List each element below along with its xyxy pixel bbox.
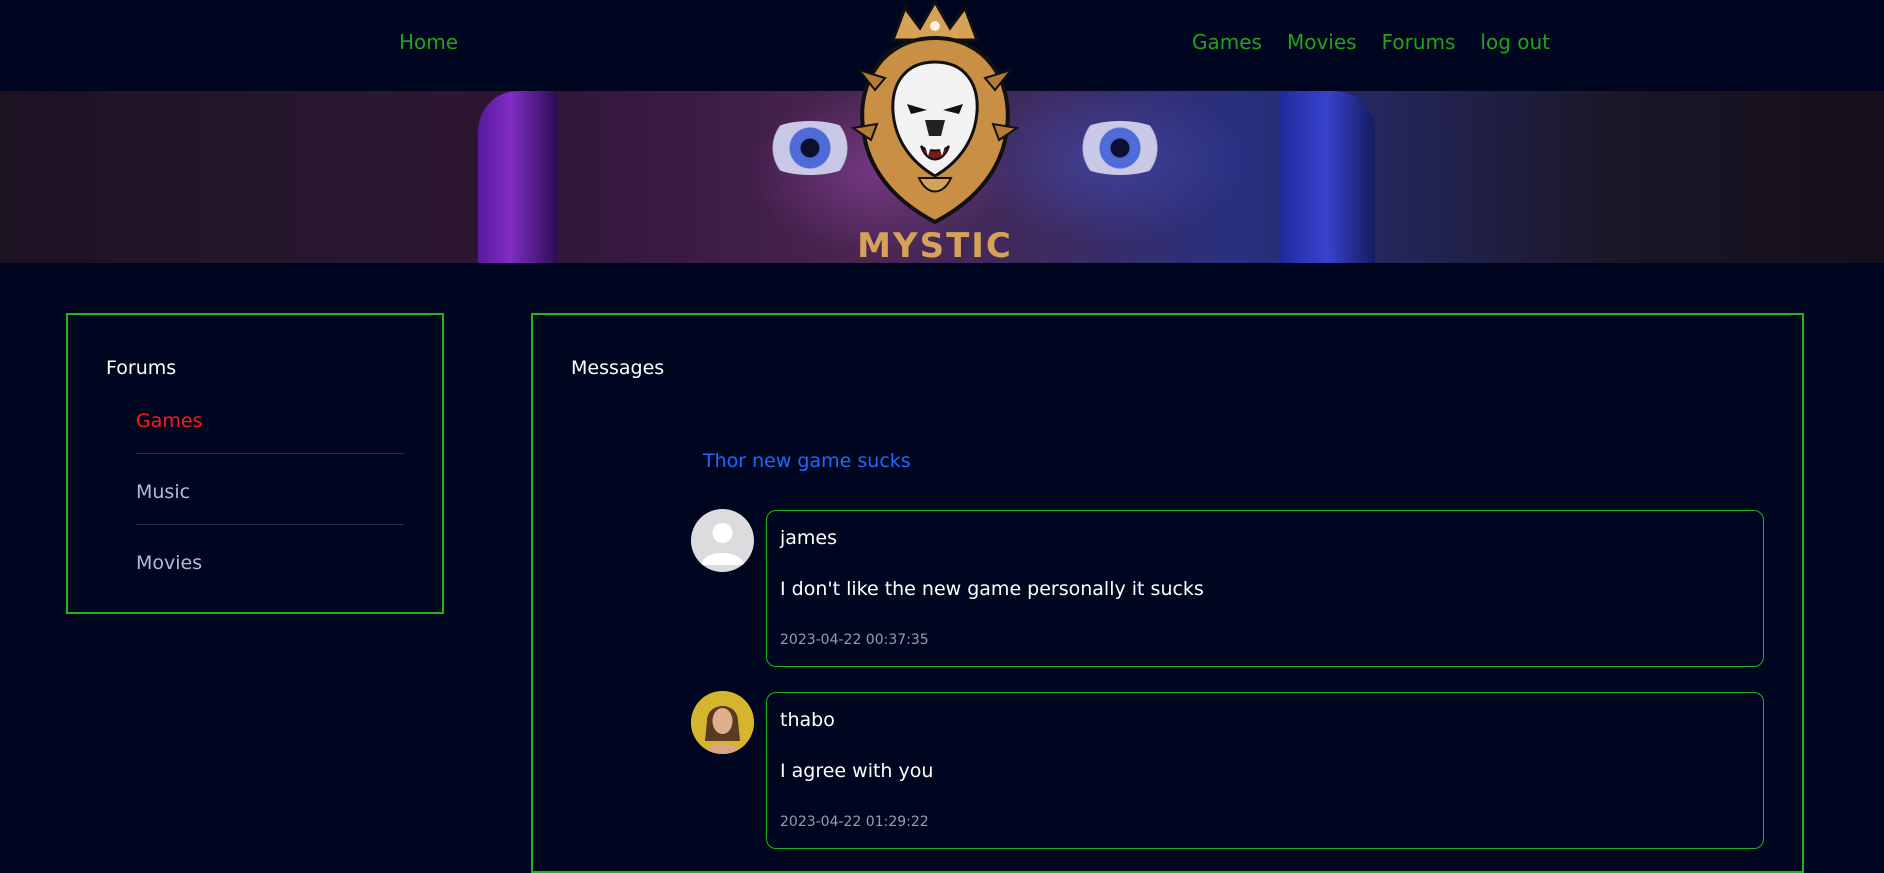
- site-logo[interactable]: MYSTIC: [845, 0, 1025, 266]
- nav-logout-link[interactable]: log out: [1480, 30, 1550, 54]
- message-timestamp: 2023-04-22 01:29:22: [780, 814, 929, 830]
- nav-forums-link[interactable]: Forums: [1382, 30, 1456, 54]
- message-username: thabo: [780, 709, 835, 731]
- default-avatar-icon: [691, 509, 754, 572]
- nav-home-link[interactable]: Home: [399, 30, 458, 54]
- banner-eye-right: [1065, 121, 1175, 175]
- sidebar-item-games[interactable]: Games: [136, 410, 404, 432]
- message-card: james I don't like the new game personal…: [766, 510, 1764, 667]
- topic-link[interactable]: Thor new game sucks: [703, 450, 911, 472]
- sidebar-item-music[interactable]: Music: [136, 481, 404, 503]
- messages-panel: Messages Thor new game sucks james I don…: [531, 313, 1804, 873]
- messages-title: Messages: [571, 357, 665, 379]
- message-text: I agree with you: [780, 760, 934, 782]
- user-photo-avatar: [691, 691, 754, 754]
- message-card: thabo I agree with you 2023-04-22 01:29:…: [766, 692, 1764, 849]
- message-username: james: [780, 527, 838, 549]
- lion-crown-icon: [850, 0, 1020, 225]
- user-photo-icon: [691, 691, 754, 754]
- user-silhouette-icon: [701, 523, 744, 565]
- nav-movies-link[interactable]: Movies: [1287, 30, 1357, 54]
- message-text: I don't like the new game personally it …: [780, 578, 1204, 600]
- banner-hood-right: [1280, 91, 1375, 263]
- sidebar-divider: [136, 524, 404, 525]
- forums-sidebar: Forums Games Music Movies: [66, 313, 444, 614]
- sidebar-item-movies[interactable]: Movies: [136, 552, 404, 574]
- nav-games-link[interactable]: Games: [1192, 30, 1262, 54]
- sidebar-divider: [136, 453, 404, 454]
- sidebar-title: Forums: [106, 357, 177, 379]
- message-timestamp: 2023-04-22 00:37:35: [780, 632, 929, 648]
- nav-right-links: Games Movies Forums log out: [1192, 30, 1550, 54]
- banner-hood-left: [478, 91, 558, 263]
- logo-wordmark: MYSTIC: [857, 226, 1013, 266]
